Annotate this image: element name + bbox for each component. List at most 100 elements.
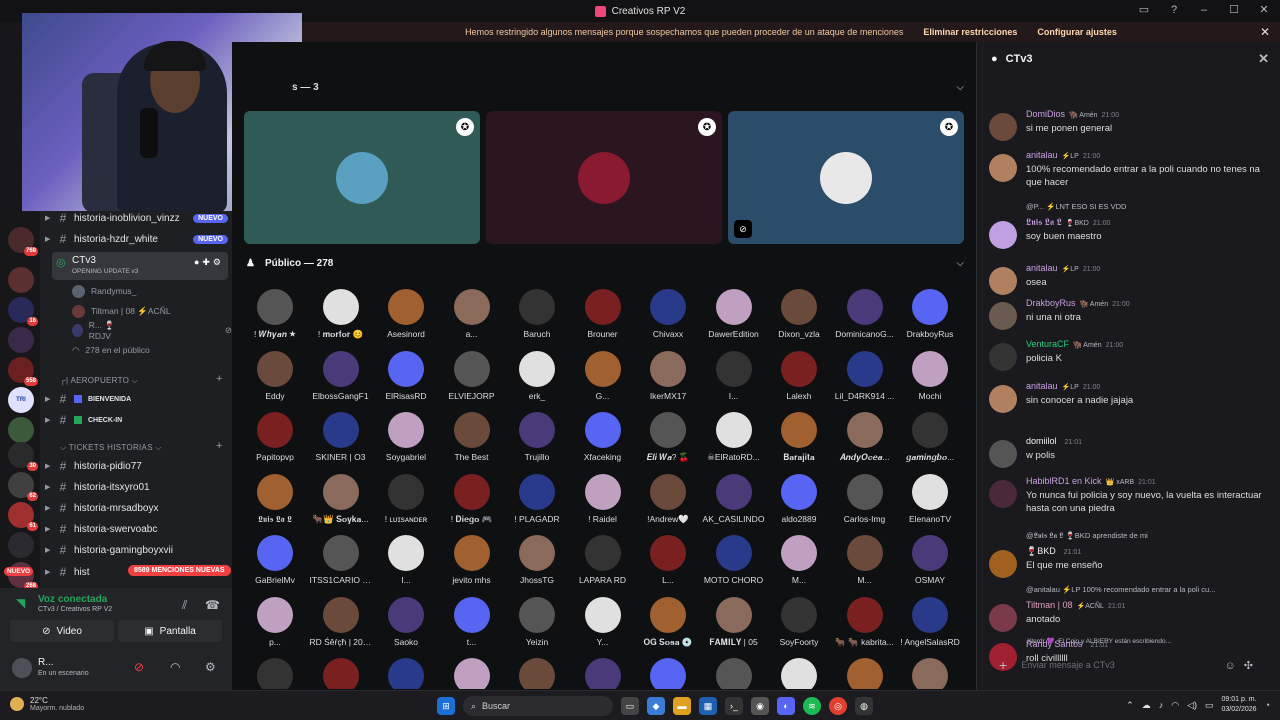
avatar[interactable] [989, 440, 1017, 468]
audience-member[interactable] [832, 658, 898, 689]
weather-widget[interactable]: 22°C Mayorm. nublado [10, 696, 84, 712]
screen-share-button[interactable]: ▣ Pantalla [118, 620, 222, 642]
task-view-icon[interactable]: ▭ [621, 697, 639, 715]
audience-member[interactable]: ElenanoTV [897, 473, 962, 534]
speaker-tile[interactable]: ✪ ⊘ [728, 111, 964, 244]
server-icon[interactable] [8, 267, 34, 293]
server-icon[interactable] [8, 417, 34, 443]
banner-close-icon[interactable]: ✕ [1260, 25, 1270, 39]
audience-member[interactable]: ! 𝐃𝐢𝐞𝐠𝐨 🎮 [439, 473, 505, 534]
audience-member[interactable]: ! ʟᴜɪsᴀɴᴅᴇʀ [373, 473, 439, 534]
server-icon[interactable] [8, 327, 34, 353]
audience-member[interactable]: I... [701, 350, 767, 411]
audience-member[interactable]: DrakboyRus [897, 289, 962, 349]
audience-member[interactable]: The Best [439, 412, 505, 472]
stage-speaker[interactable]: Randymus_ [72, 282, 136, 300]
audience-member[interactable]: ITSS1CARIO O... [308, 535, 374, 595]
audience-member[interactable] [635, 658, 701, 689]
spotify-icon[interactable]: ≋ [803, 697, 821, 715]
audience-member[interactable]: ! 𝑾𝒉𝒚𝒂𝒏 ★ [242, 289, 308, 349]
server-icon[interactable]: 768 [8, 227, 38, 256]
add-attachment-icon[interactable]: + [999, 657, 1007, 673]
channel-item[interactable]: ▶ # CHECK-IN [45, 411, 228, 429]
configure-settings-link[interactable]: Configurar ajustes [1037, 27, 1117, 37]
channel-item[interactable]: ▶ # historia-mrsadboyx [45, 499, 228, 517]
message-author[interactable]: 𝕷𝖚𝖎𝖘 𝕷𝖆 𝕷 [1026, 217, 1062, 227]
audience-member[interactable]: M... [832, 535, 898, 595]
audience-member[interactable]: 𝐅𝐀𝐌𝐈𝐋𝐘 | 05 [701, 596, 767, 657]
audience-member[interactable]: Lalexh [766, 350, 832, 411]
audience-member[interactable]: 𝕷𝖚𝖎𝖘 𝕷𝖆 𝕷 [242, 473, 308, 534]
collapse-speakers-icon[interactable]: ⌵ [956, 82, 964, 93]
audience-member[interactable]: Trujillo [504, 412, 570, 472]
audience-member[interactable]: G... [570, 350, 636, 411]
avatar[interactable] [12, 658, 32, 678]
audience-member[interactable] [439, 658, 505, 689]
audience-member[interactable]: ElbossGangF1 [308, 350, 374, 411]
tray-chevron-icon[interactable]: ⌃ [1126, 700, 1134, 711]
audience-member[interactable]: jevito mhs [439, 535, 505, 595]
audience-member[interactable]: erk_ [504, 350, 570, 411]
headphones-icon[interactable]: ◠ [170, 660, 180, 674]
voice-channel-ctv3[interactable]: ◎ CTv3 OPENING UPDATE v3 ●✚⚙ [52, 252, 228, 280]
channel-item[interactable]: ▶ # historia-hzdr_white NUEVO [45, 230, 228, 248]
message-author[interactable]: HabiblRD1 en Kick [1026, 476, 1102, 486]
audience-member[interactable]: 🐂 🐂 kabrita... [832, 596, 898, 657]
audience-member[interactable]: Asesinord [373, 289, 439, 349]
audience-member[interactable]: !Andrew🤍 [635, 473, 701, 534]
avatar[interactable] [989, 302, 1017, 330]
discord-icon[interactable]: ◐ [777, 697, 795, 715]
audience-member[interactable]: ! AngelSalasRD [897, 596, 962, 657]
audience-member[interactable] [701, 658, 767, 689]
audience-member[interactable]: Soygabriel [373, 412, 439, 472]
mic-icon[interactable]: ♪ [1159, 700, 1164, 710]
audience-member[interactable]: L... [635, 535, 701, 595]
notification-icon[interactable]: ◔ [1265, 700, 1270, 710]
audience-member[interactable]: Xfaceking [570, 412, 636, 472]
reply-preview[interactable]: @𝕷𝖚𝖎𝖘 𝕷𝖆 𝕷 🍷BKD aprendiste de mi [1026, 531, 1271, 541]
category-header[interactable]: ┌| AEROPUERTO ⌵ + [60, 373, 222, 386]
audience-member[interactable]: 𝒈𝒂𝒎𝒊𝒏𝒈𝒃𝒐... [897, 412, 962, 472]
audience-member[interactable]: ! 𝐦𝐨𝐫𝐟𝐨𝐫 😊 [308, 289, 374, 349]
avatar[interactable] [989, 480, 1017, 508]
server-icon[interactable]: 62 [8, 472, 38, 501]
audience-member[interactable]: I... [373, 535, 439, 595]
audience-member[interactable]: ☠ElRatoRD... [701, 412, 767, 472]
obs-icon[interactable]: ◉ [751, 697, 769, 715]
audience-member[interactable]: 🐂👑 𝐒𝐨𝐲𝐤𝐚... [308, 473, 374, 534]
audience-member[interactable]: p... [242, 596, 308, 657]
add-channel-icon[interactable]: + [216, 440, 223, 452]
audience-member[interactable] [897, 658, 962, 689]
add-channel-icon[interactable]: + [216, 373, 223, 385]
server-icon[interactable]: TRI [8, 387, 34, 413]
message-author[interactable]: anitalau [1026, 381, 1058, 391]
audience-member[interactable]: SKINER | O3 [308, 412, 374, 472]
battery-icon[interactable]: ▭ [1205, 700, 1214, 711]
audience-member[interactable]: ELVIEJORP [439, 350, 505, 411]
settings-gear-icon[interactable]: ⚙ [205, 660, 216, 674]
message-author[interactable]: DomiDios [1026, 109, 1065, 119]
stage-speaker[interactable]: Tiltman | 08 ⚡ACÑL [72, 302, 171, 320]
category-header[interactable]: ⌵ TICKETS HISTORIAS ⌵ + [60, 440, 222, 453]
audience-member[interactable]: Eddy [242, 350, 308, 411]
message-author[interactable]: anitalau [1026, 150, 1058, 160]
audience-member[interactable]: SoyFoorty [766, 596, 832, 657]
channel-item[interactable]: ▶ # historia-swervoabc [45, 520, 228, 538]
avatar[interactable] [989, 385, 1017, 413]
disconnect-icon[interactable]: ☎ [205, 598, 220, 612]
file-explorer-icon[interactable]: ▬ [673, 697, 691, 715]
audience-member[interactable]: DominicanoG... [832, 289, 898, 349]
signal-icon[interactable]: ◥ [16, 596, 25, 610]
audience-member[interactable]: Yeizin [504, 596, 570, 657]
audience-member[interactable] [308, 658, 374, 689]
nuevo-pill[interactable]: NUEVO [4, 567, 34, 576]
audience-member[interactable]: Mochi [897, 350, 962, 411]
voice-status[interactable]: Voz conectada [38, 594, 107, 605]
noise-suppression-icon[interactable]: ⫽ [182, 598, 187, 613]
audience-member[interactable]: 𝑨𝒏𝒅𝒚𝑶𝒄𝒆𝒂... [832, 412, 898, 472]
audience-member[interactable]: OSMAY [897, 535, 962, 595]
new-mentions-pill[interactable]: 8589 MENCIONES NUEVAS [128, 565, 231, 576]
server-icon[interactable]: 61 [8, 502, 38, 531]
reply-preview[interactable]: @anitalau ⚡LP 100% recomendado entrar a … [1026, 585, 1271, 594]
help-icon[interactable]: ? [1166, 4, 1182, 16]
